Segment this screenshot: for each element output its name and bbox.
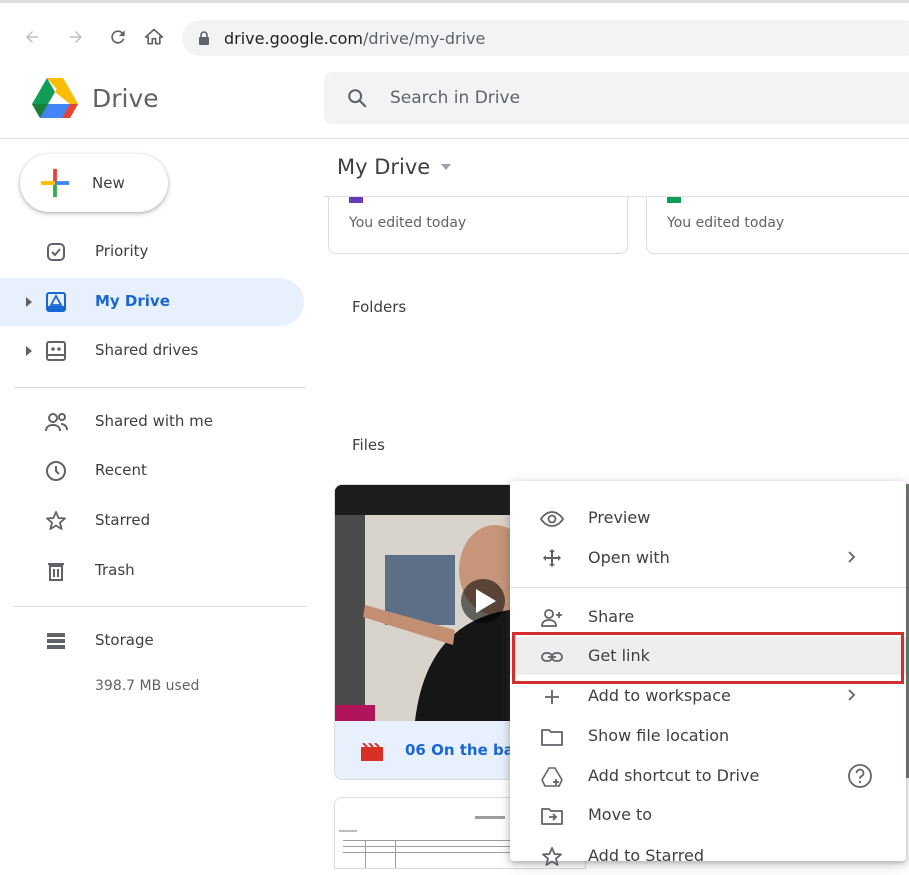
sidebar-item-starred[interactable]: Starred xyxy=(0,497,304,545)
forward-arrow-icon[interactable] xyxy=(62,23,90,51)
menu-item-add-shortcut[interactable]: Add shortcut to Drive xyxy=(510,757,906,795)
clipped-title xyxy=(349,197,609,203)
menu-item-preview[interactable]: Preview xyxy=(510,499,906,537)
menu-item-add-to-starred[interactable]: Add to Starred xyxy=(510,837,906,875)
search-icon[interactable] xyxy=(346,87,368,109)
sidebar-divider xyxy=(14,387,306,388)
folders-heading: Folders xyxy=(352,298,407,316)
add-person-icon xyxy=(540,606,564,630)
back-arrow-icon[interactable] xyxy=(18,23,46,51)
menu-item-label: Share xyxy=(588,607,635,626)
menu-item-show-file-location[interactable]: Show file location xyxy=(510,717,906,755)
clock-icon xyxy=(44,459,68,483)
caret-right-icon[interactable] xyxy=(24,344,34,358)
menu-item-open-with[interactable]: Open with xyxy=(510,539,906,577)
page-title-text: My Drive xyxy=(337,155,431,179)
suggested-file-card[interactable]: You edited today xyxy=(328,197,628,254)
url-host: drive.google.com xyxy=(224,28,364,48)
reload-icon[interactable] xyxy=(104,23,132,51)
card-subtitle: You edited today xyxy=(667,215,785,231)
url-path: /drive/my-drive xyxy=(363,28,486,48)
new-button-label: New xyxy=(92,174,125,192)
menu-item-share[interactable]: Share xyxy=(510,598,906,636)
sidebar-item-trash[interactable]: Trash xyxy=(0,547,304,595)
drive-header: Drive xyxy=(0,62,909,139)
lock-icon xyxy=(198,31,210,45)
plus-icon xyxy=(540,685,564,709)
menu-item-label: Open with xyxy=(588,548,670,567)
chevron-right-icon xyxy=(846,549,858,565)
star-icon xyxy=(44,509,68,533)
sidebar-item-recent[interactable]: Recent xyxy=(0,447,304,495)
menu-item-move-to[interactable]: Move to xyxy=(510,796,906,834)
sidebar-item-priority[interactable]: Priority xyxy=(0,228,304,276)
move-to-icon xyxy=(540,804,564,828)
new-button[interactable]: New xyxy=(20,154,168,212)
sidebar-item-label: Recent xyxy=(95,461,147,479)
caret-right-icon[interactable] xyxy=(24,295,34,309)
folder-icon xyxy=(540,725,564,749)
files-heading: Files xyxy=(352,436,385,454)
priority-icon xyxy=(44,240,68,264)
chevron-right-icon xyxy=(846,687,858,703)
address-bar[interactable]: drive.google.com/drive/my-drive xyxy=(182,20,909,56)
dropdown-arrow-icon[interactable] xyxy=(440,163,452,171)
menu-item-label: Move to xyxy=(588,805,653,824)
suggested-file-card[interactable]: You edited today xyxy=(646,197,909,254)
menu-item-label: Show file location xyxy=(588,726,730,745)
sidebar-item-label: Shared with me xyxy=(95,412,214,430)
url-text: drive.google.com/drive/my-drive xyxy=(224,29,485,48)
shared-with-me-icon xyxy=(44,410,68,434)
browser-toolbar: drive.google.com/drive/my-drive xyxy=(0,0,909,65)
storage-icon xyxy=(44,629,68,653)
menu-item-label: Add shortcut to Drive xyxy=(588,766,760,785)
sidebar-item-shared-with-me[interactable]: Shared with me xyxy=(0,398,304,446)
my-drive-icon xyxy=(44,290,68,314)
search-bar[interactable] xyxy=(324,72,909,124)
shortcut-icon xyxy=(540,765,564,789)
sidebar-item-label: Starred xyxy=(95,511,151,529)
help-icon[interactable] xyxy=(847,763,873,789)
search-input[interactable] xyxy=(388,87,842,109)
sidebar-divider xyxy=(14,606,306,607)
video-file-icon xyxy=(361,743,383,761)
get-link-highlight xyxy=(512,632,904,684)
trash-icon xyxy=(44,559,68,583)
sidebar-item-label: Storage xyxy=(95,631,154,649)
menu-item-label: Preview xyxy=(588,508,651,527)
plus-color-icon xyxy=(38,166,72,200)
home-icon[interactable] xyxy=(140,23,168,51)
star-icon xyxy=(540,845,564,869)
sidebar-item-label: Shared drives xyxy=(95,341,199,359)
shared-drives-icon xyxy=(44,339,68,363)
move-arrows-icon xyxy=(540,547,564,571)
sidebar-item-label: My Drive xyxy=(95,292,170,310)
sidebar-item-shared-drives[interactable]: Shared drives xyxy=(0,327,304,375)
sidebar-item-label: Priority xyxy=(95,242,149,260)
sidebar-item-storage[interactable]: Storage xyxy=(0,617,304,665)
storage-used-text: 398.7 MB used xyxy=(95,678,200,694)
eye-icon xyxy=(540,507,564,531)
page-title[interactable]: My Drive xyxy=(337,155,452,179)
sidebar-item-my-drive[interactable]: My Drive xyxy=(0,278,304,326)
menu-item-label: Add to workspace xyxy=(588,686,731,705)
menu-separator xyxy=(510,587,906,588)
clipped-title xyxy=(667,197,909,203)
drive-logo-icon[interactable] xyxy=(32,78,78,118)
card-subtitle: You edited today xyxy=(349,215,467,231)
app-title: Drive xyxy=(92,84,159,113)
menu-item-label: Add to Starred xyxy=(588,846,704,865)
sidebar-item-label: Trash xyxy=(95,561,135,579)
